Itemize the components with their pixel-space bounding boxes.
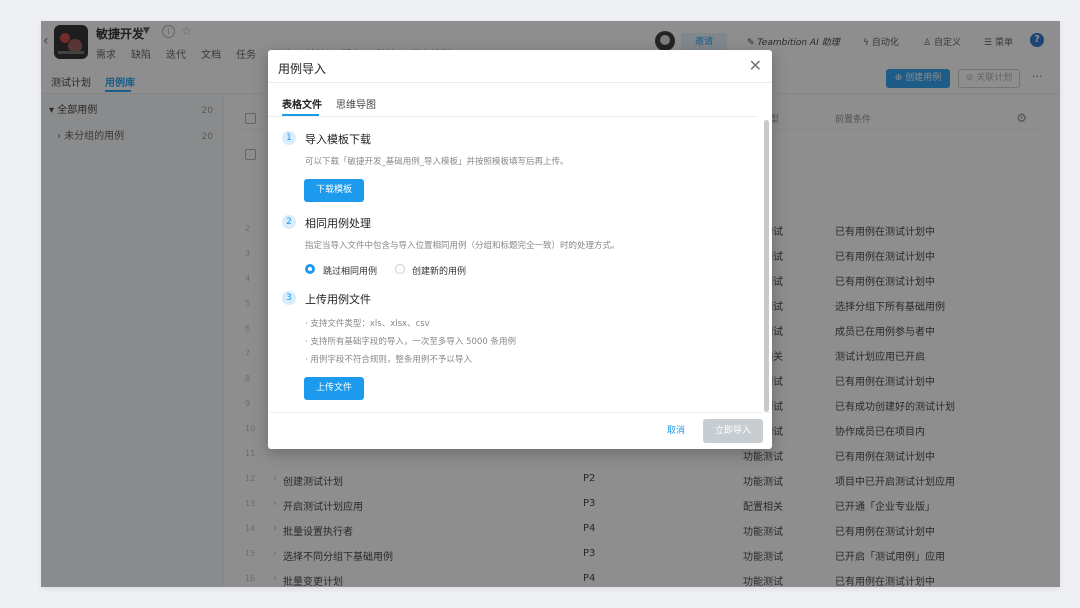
step-2-badge: 2 — [282, 215, 296, 229]
invalid-field-note: · 用例字段不符合规则，整条用例不予以导入 — [305, 355, 472, 365]
step-1-description: 可以下载「敏捷开发_基础用例_导入模板」并按照模板填写后再上传。 — [305, 157, 569, 167]
download-template-button[interactable]: 下载模板 — [304, 179, 364, 202]
create-new-radio[interactable] — [395, 264, 405, 274]
field-limit-note: · 支持所有基础字段的导入，一次至多导入 5000 条用例 — [305, 337, 516, 347]
step-3-badge: 3 — [282, 291, 296, 305]
step-1-title: 导入模板下载 — [305, 133, 371, 146]
upload-file-button[interactable]: 上传文件 — [304, 377, 364, 400]
tab-spreadsheet-file[interactable]: 表格文件 — [282, 96, 322, 111]
tab-mindmap[interactable]: 思维导图 — [336, 96, 376, 111]
dialog-footer-divider — [268, 412, 772, 413]
cancel-button[interactable]: 取消 — [660, 422, 692, 440]
create-new-label[interactable]: 创建新的用例 — [412, 264, 466, 277]
import-now-button[interactable]: 立即导入 — [703, 419, 763, 443]
step-2-title: 相同用例处理 — [305, 217, 371, 230]
tabs-divider — [268, 116, 758, 117]
dialog-scrollbar[interactable] — [764, 120, 769, 412]
dialog-header-divider — [268, 82, 772, 83]
file-type-note: · 支持文件类型：xls、xlsx、csv — [305, 319, 430, 329]
step-2-description: 指定当导入文件中包含与导入位置相同用例（分组和标题完全一致）时的处理方式。 — [305, 241, 620, 251]
step-1-badge: 1 — [282, 131, 296, 145]
import-cases-dialog: 用例导入 ✕ 表格文件 思维导图 1 导入模板下载 可以下载「敏捷开发_基础用例… — [268, 50, 772, 449]
dialog-title: 用例导入 — [278, 62, 327, 76]
skip-duplicates-radio[interactable] — [305, 264, 315, 274]
skip-duplicates-label[interactable]: 跳过相同用例 — [323, 264, 377, 277]
close-icon[interactable]: ✕ — [749, 56, 762, 75]
step-3-title: 上传用例文件 — [305, 293, 371, 306]
